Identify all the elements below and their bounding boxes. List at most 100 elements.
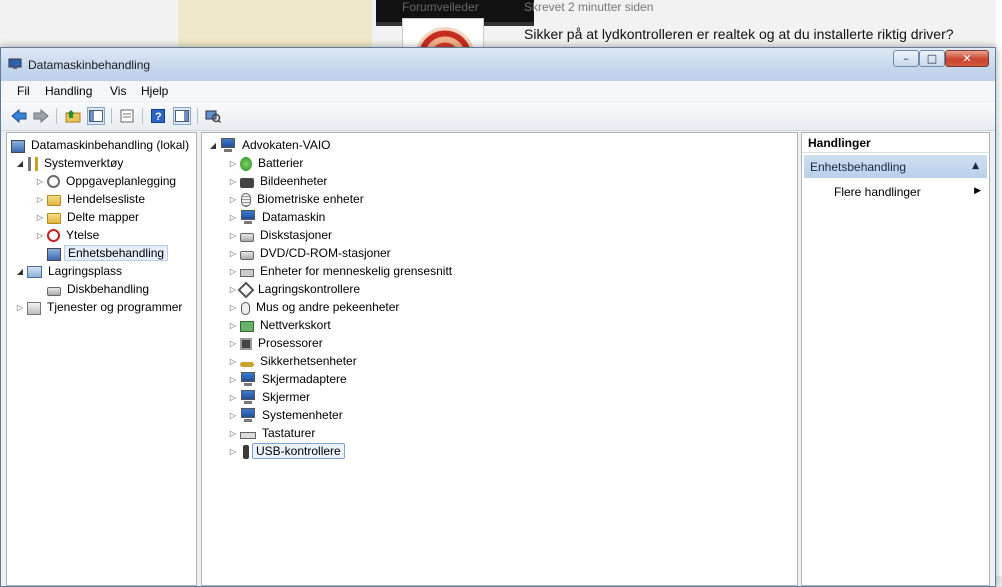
device-category-label: Diskstasjoner (260, 228, 333, 242)
menu-action[interactable]: Handling (45, 84, 92, 98)
collapsed-arrow-icon[interactable]: ▷ (228, 411, 238, 420)
tree-item-system-tools[interactable]: ◢ Systemverktøy (15, 154, 126, 172)
collapsed-arrow-icon[interactable]: ▷ (228, 357, 238, 366)
actions-header: Handlinger (802, 133, 989, 153)
battery-icon (240, 156, 252, 171)
computer-icon (240, 209, 256, 225)
toolbar-separator (111, 108, 112, 124)
device-category[interactable]: ▷ Tastaturer (228, 424, 318, 442)
tree-item-label: Oppgaveplanlegging (66, 174, 177, 188)
device-category[interactable]: ▷ DVD/CD-ROM-stasjoner (228, 244, 394, 262)
show-action-pane-button[interactable] (173, 107, 191, 125)
maximize-button[interactable]: □ (919, 50, 945, 67)
post-author-label: Forumveileder (402, 0, 479, 14)
usb-icon (243, 444, 249, 459)
collapsed-arrow-icon[interactable]: ▷ (228, 393, 238, 402)
device-category-usb-selected[interactable]: ▷ USB-kontrollere (228, 442, 345, 460)
forward-button[interactable] (32, 107, 50, 125)
device-category[interactable]: ▷ Lagringskontrollere (228, 280, 363, 299)
back-arrow-icon (11, 109, 27, 123)
collapse-triangle-icon[interactable]: ▲ (972, 161, 979, 171)
collapsed-arrow-icon[interactable]: ▷ (228, 375, 238, 384)
tree-item-disk-management[interactable]: Diskbehandling (45, 280, 152, 298)
close-button[interactable]: ✕ (945, 50, 989, 67)
back-button[interactable] (10, 107, 28, 125)
device-category[interactable]: ▷ Skjermer (228, 388, 313, 406)
svg-text:?: ? (155, 111, 162, 123)
tree-item-event-viewer[interactable]: ▷ Hendelsesliste (35, 190, 148, 208)
collapsed-arrow-icon[interactable]: ▷ (228, 159, 238, 168)
device-tree-root[interactable]: ◢ Advokaten-VAIO (208, 136, 334, 154)
toolbar-separator (142, 108, 143, 124)
maximize-icon: □ (926, 52, 938, 65)
device-category[interactable]: ▷ Batterier (228, 154, 306, 172)
device-category[interactable]: ▷ Bildeenheter (228, 172, 330, 190)
collapsed-arrow-icon[interactable]: ▷ (35, 213, 45, 222)
up-folder-icon (65, 110, 81, 123)
collapsed-arrow-icon[interactable]: ▷ (228, 303, 238, 312)
tree-item-device-manager[interactable]: Enhetsbehandling (45, 244, 169, 262)
actions-section-device-manager[interactable]: Enhetsbehandling ▲ (804, 155, 987, 178)
collapsed-arrow-icon[interactable]: ▷ (15, 303, 25, 312)
device-category[interactable]: ▷ Systemenheter (228, 406, 346, 424)
title-bar[interactable]: Datamaskinbehandling – □ ✕ (1, 48, 995, 81)
collapsed-arrow-icon[interactable]: ▷ (228, 213, 238, 222)
close-icon: ✕ (962, 52, 972, 65)
device-category-label: Tastaturer (262, 426, 316, 440)
collapsed-arrow-icon[interactable]: ▷ (35, 231, 45, 240)
device-category[interactable]: ▷ Nettverkskort (228, 316, 334, 334)
tree-item-services[interactable]: ▷ Tjenester og programmer (15, 298, 185, 316)
collapsed-arrow-icon[interactable]: ▷ (228, 285, 238, 294)
device-category[interactable]: ▷ Enheter for menneskelig grensesnitt (228, 262, 455, 280)
collapsed-arrow-icon[interactable]: ▷ (228, 321, 238, 330)
collapsed-arrow-icon[interactable]: ▷ (35, 177, 45, 186)
collapsed-arrow-icon[interactable]: ▷ (228, 231, 238, 240)
tree-item-performance[interactable]: ▷ Ytelse (35, 226, 102, 244)
expanded-arrow-icon[interactable]: ◢ (15, 159, 25, 168)
device-category-label: Bildeenheter (260, 174, 328, 188)
properties-icon (120, 109, 134, 123)
camera-icon (240, 177, 254, 188)
device-category[interactable]: ▷ Biometriske enheter (228, 190, 367, 208)
device-category[interactable]: ▷ Sikkerhetsenheter (228, 352, 360, 370)
scan-hardware-button[interactable] (204, 107, 222, 125)
collapsed-arrow-icon[interactable]: ▷ (228, 339, 238, 348)
device-category[interactable]: ▷ Diskstasjoner (228, 226, 335, 244)
minimize-button[interactable]: – (893, 50, 919, 67)
device-category[interactable]: ▷ Prosessorer (228, 334, 326, 352)
collapsed-arrow-icon[interactable]: ▷ (228, 447, 238, 456)
collapsed-arrow-icon[interactable]: ▷ (228, 429, 238, 438)
tree-item-root[interactable]: Datamaskinbehandling (lokal) (9, 136, 192, 154)
tree-item-shared-folders[interactable]: ▷ Delte mapper (35, 208, 142, 226)
expanded-arrow-icon[interactable]: ◢ (15, 267, 25, 276)
expanded-arrow-icon[interactable]: ◢ (208, 141, 218, 150)
mouse-icon (241, 301, 250, 315)
tools-icon (28, 156, 38, 171)
up-folder-button[interactable] (64, 107, 82, 125)
tree-item-task-scheduler[interactable]: ▷ Oppgaveplanlegging (35, 172, 179, 190)
collapsed-arrow-icon[interactable]: ▷ (228, 267, 238, 276)
menu-file[interactable]: Fil (17, 84, 30, 98)
menu-help[interactable]: Hjelp (141, 84, 168, 98)
menu-view[interactable]: Vis (110, 84, 126, 98)
submenu-arrow-icon: ▶ (974, 186, 981, 196)
device-category[interactable]: ▷ Datamaskin (228, 208, 328, 226)
storage-controller-icon (237, 281, 255, 299)
collapsed-arrow-icon[interactable]: ▷ (228, 177, 238, 186)
show-tree-button[interactable] (87, 107, 105, 125)
device-category-label: Datamaskin (262, 210, 326, 224)
more-actions-item[interactable]: Flere handlinger (834, 185, 921, 199)
help-button[interactable]: ? (149, 107, 167, 125)
device-category-label: Biometriske enheter (257, 192, 364, 206)
collapsed-arrow-icon[interactable]: ▷ (228, 195, 238, 204)
tree-item-label: Datamaskinbehandling (lokal) (31, 138, 190, 152)
tree-item-label: Systemverktøy (44, 156, 124, 170)
tree-item-label: Lagringsplass (48, 264, 123, 278)
computer-icon (220, 137, 236, 153)
tree-item-storage[interactable]: ◢ Lagringsplass (15, 262, 125, 280)
device-category[interactable]: ▷ Skjermadaptere (228, 370, 350, 388)
collapsed-arrow-icon[interactable]: ▷ (35, 195, 45, 204)
device-category[interactable]: ▷ Mus og andre pekeenheter (228, 298, 402, 316)
collapsed-arrow-icon[interactable]: ▷ (228, 249, 238, 258)
properties-button[interactable] (118, 107, 136, 125)
